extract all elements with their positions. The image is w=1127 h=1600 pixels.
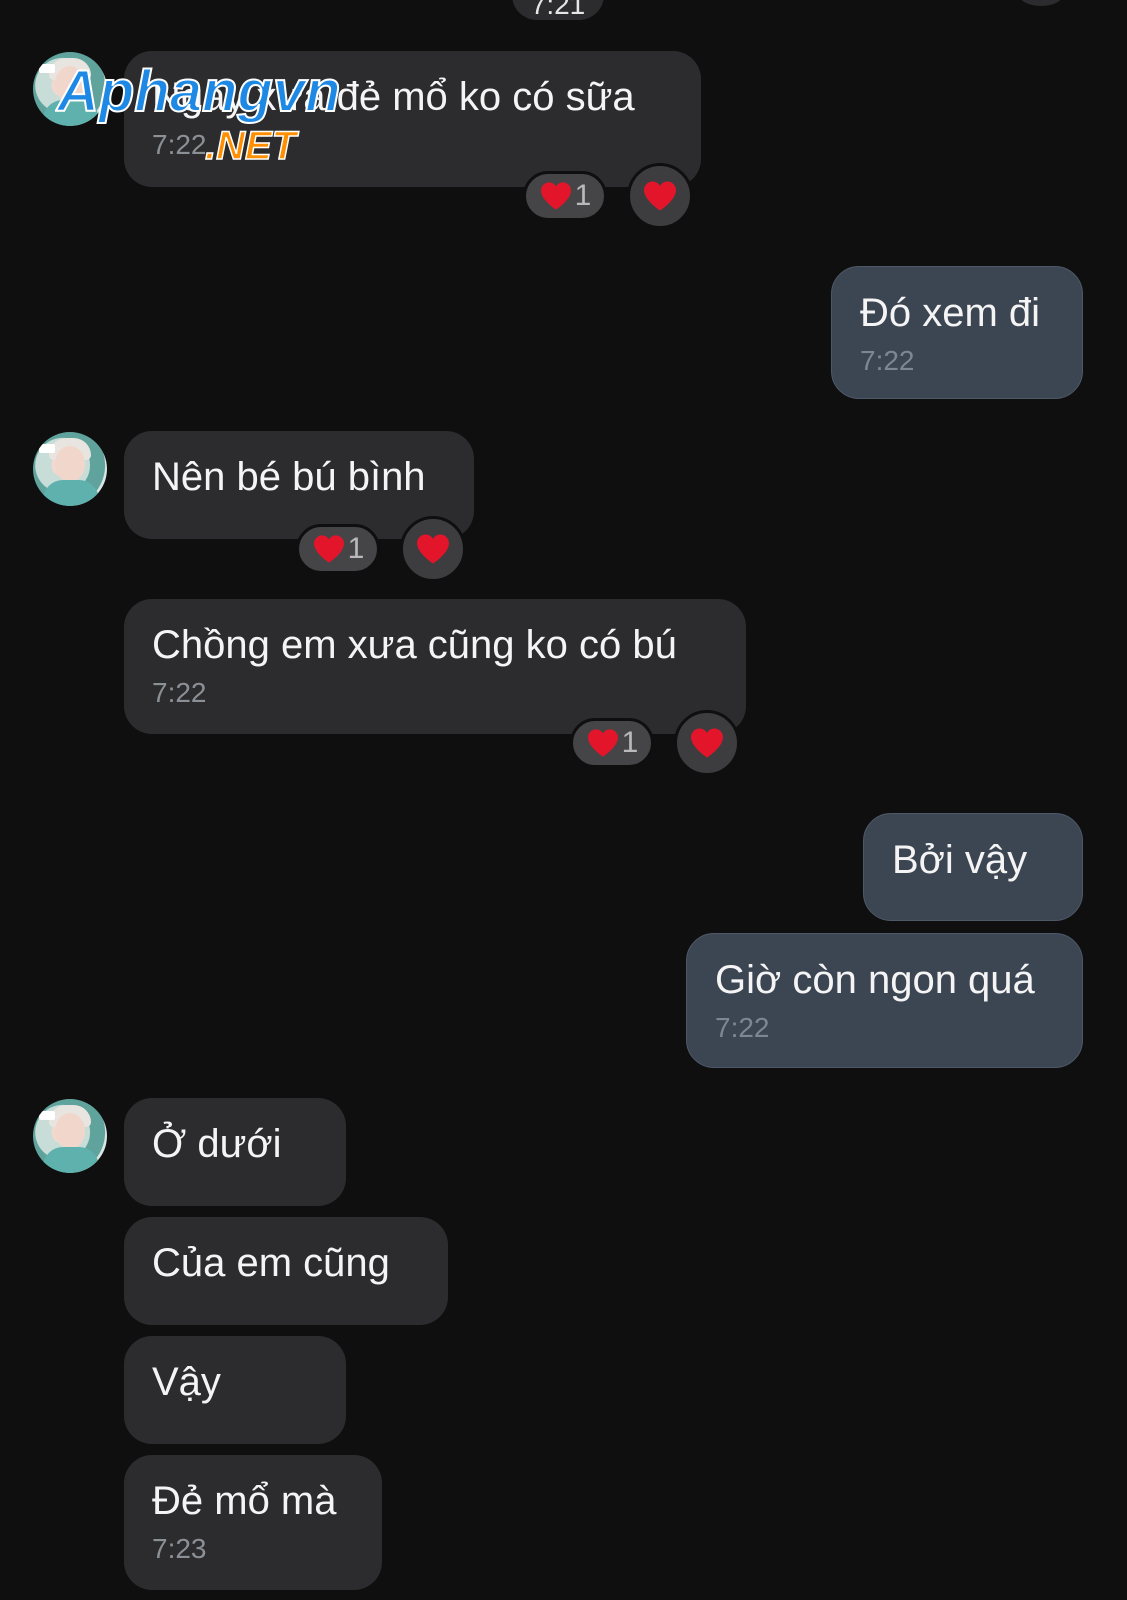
reaction-summary[interactable]: 1 [523, 171, 607, 221]
react-button[interactable] [400, 516, 466, 582]
react-button[interactable] [674, 710, 740, 776]
reaction-count: 1 [347, 532, 365, 565]
message-bubble-incoming[interactable]: Vậy [124, 1336, 346, 1444]
message-text: Đẻ mổ mà [152, 1479, 337, 1523]
message-text: Bởi vậy [892, 838, 1028, 882]
message-text: Đó xem đi [860, 291, 1041, 335]
message-bubble-outgoing[interactable]: Giờ còn ngon quá 7:22 [686, 933, 1083, 1068]
watermark-line2: .NET [205, 124, 300, 165]
contact-avatar[interactable] [33, 1099, 107, 1173]
message-time: 7:22 [152, 677, 207, 708]
reaction-count: 1 [621, 726, 639, 759]
heart-icon [587, 729, 618, 757]
message-time: 7:23 [152, 1533, 207, 1564]
message-text: Vậy [152, 1360, 221, 1404]
scroll-indicator [1018, 0, 1064, 6]
message-time: 7:22 [860, 345, 915, 376]
heart-icon [691, 728, 723, 758]
reaction-count: 1 [574, 179, 592, 212]
message-bubble-incoming[interactable]: Của em cũng [124, 1217, 448, 1325]
message-text: Chồng em xưa cũng ko có bú [152, 623, 677, 667]
message-bubble-outgoing[interactable]: Bởi vậy [863, 813, 1083, 921]
watermark-logo: Aphangvn .NET [55, 58, 342, 165]
heart-icon [644, 181, 676, 211]
message-text: Của em cũng [152, 1241, 390, 1285]
watermark-line1: Aphangvn [55, 59, 341, 124]
message-time: 7:22 [715, 1012, 770, 1043]
message-text: Giờ còn ngon quá [715, 958, 1035, 1002]
react-button[interactable] [627, 163, 693, 229]
heart-icon [540, 182, 571, 210]
heart-icon [417, 534, 449, 564]
reaction-summary[interactable]: 1 [570, 718, 654, 768]
message-bubble-incoming[interactable]: Ở dưới [124, 1098, 346, 1206]
message-text: Ở dưới [152, 1122, 282, 1166]
message-text: Nên bé bú bình [152, 455, 426, 499]
message-bubble-incoming[interactable]: Chồng em xưa cũng ko có bú 7:22 [124, 599, 746, 734]
message-bubble-incoming[interactable]: Đẻ mổ mà 7:23 [124, 1455, 382, 1590]
heart-icon [313, 535, 344, 563]
separator-time: 7:21 [530, 0, 586, 20]
date-time-separator: 7:21 [512, 0, 604, 20]
contact-avatar[interactable] [33, 432, 107, 506]
message-bubble-outgoing[interactable]: Đó xem đi 7:22 [831, 266, 1083, 399]
reaction-summary[interactable]: 1 [296, 524, 380, 574]
